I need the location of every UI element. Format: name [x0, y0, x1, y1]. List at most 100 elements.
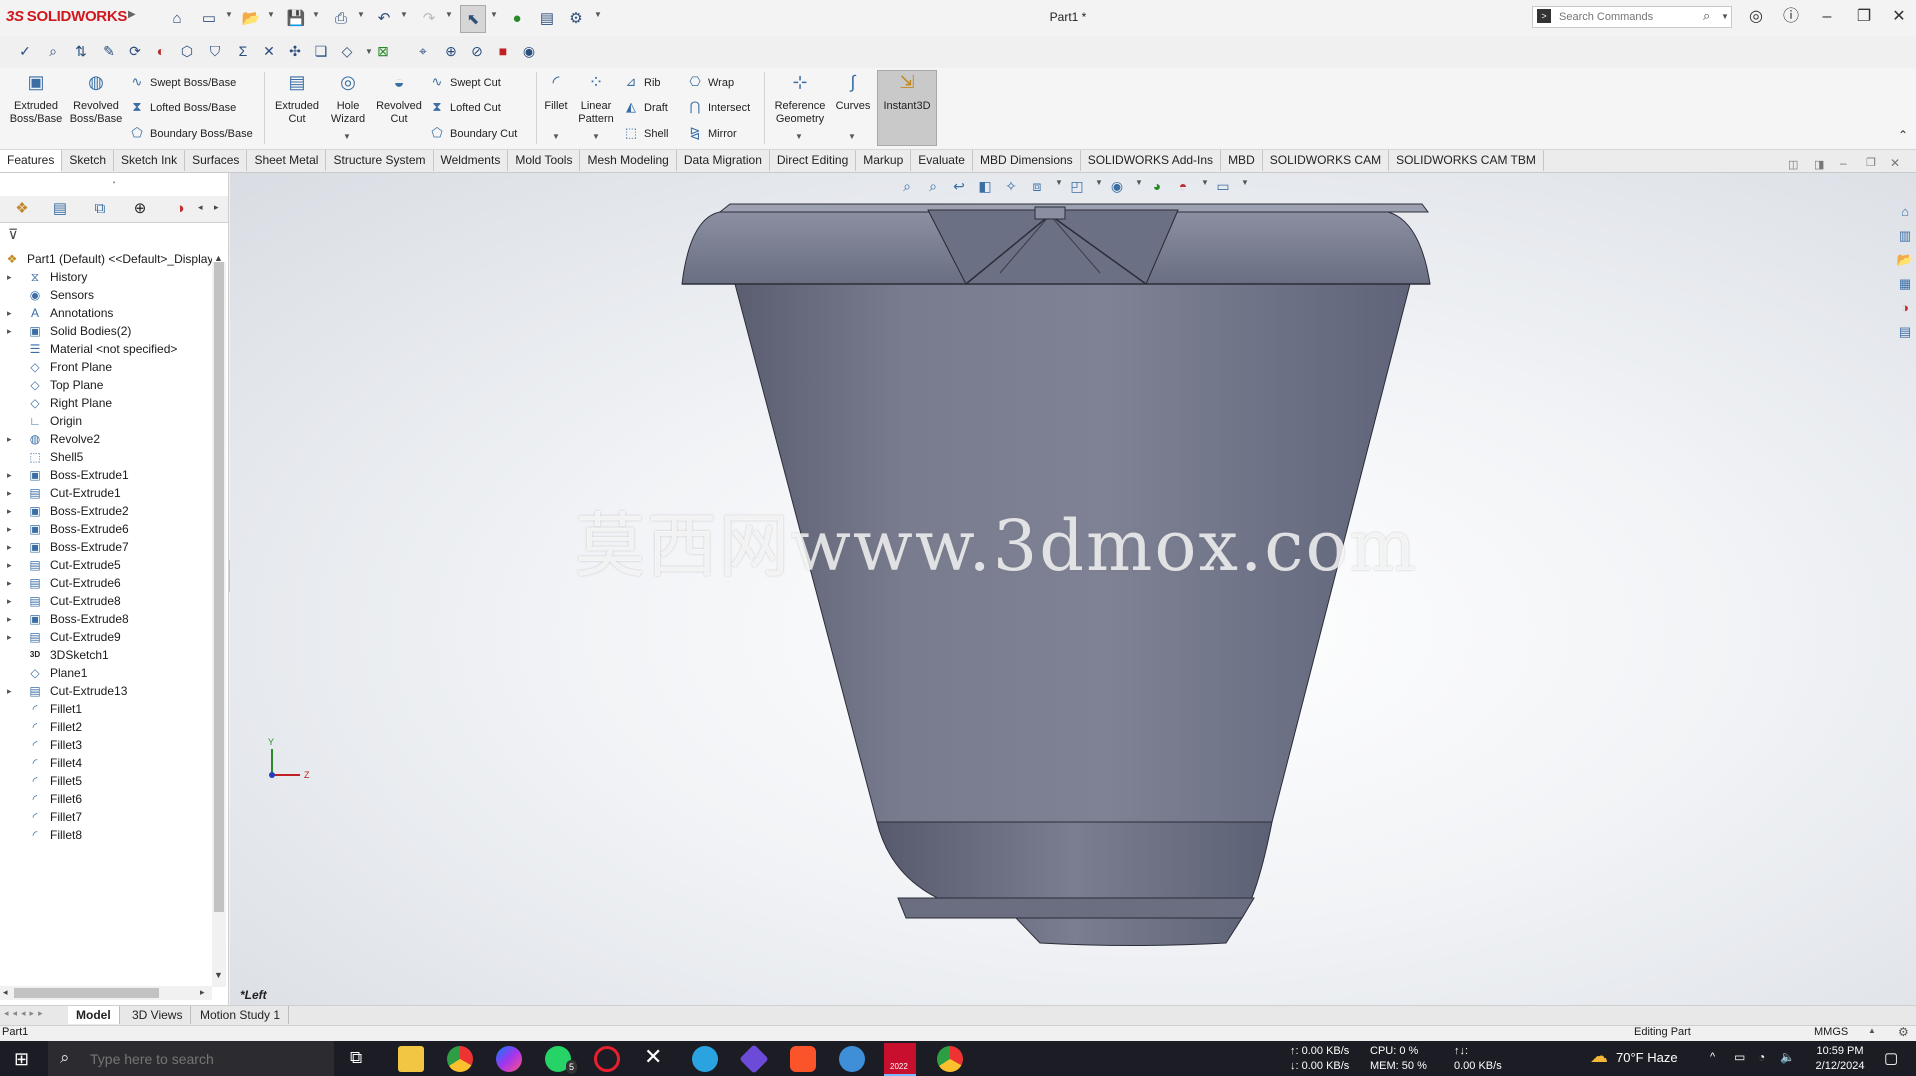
minimize-icon[interactable]: –: [1813, 6, 1841, 28]
tab-nav-arrows-icon[interactable]: ◂◂◂▸▸: [4, 1008, 47, 1019]
analyze-icon[interactable]: ⌖: [412, 40, 434, 62]
traffic-light-icon[interactable]: ●: [506, 7, 528, 29]
dynamic-annotation-icon[interactable]: ✧: [1000, 178, 1022, 196]
sketch-icon[interactable]: ✎: [98, 40, 120, 62]
restore-window-icon[interactable]: ❐: [1850, 6, 1878, 28]
tree-hscroll-thumb[interactable]: [14, 988, 159, 998]
plane-icon[interactable]: ◇: [336, 40, 358, 62]
print-dropdown-icon[interactable]: ▼: [357, 10, 365, 19]
filter-icon[interactable]: ⊽: [8, 226, 18, 243]
previous-view-icon[interactable]: ↩: [948, 178, 970, 196]
tab-mbd[interactable]: MBD: [1221, 150, 1263, 171]
messenger-taskbar-icon[interactable]: [496, 1046, 522, 1072]
boundary-boss-button[interactable]: ⬠ Boundary Boss/Base: [128, 124, 252, 142]
viewport-minimize-icon[interactable]: –: [1840, 156, 1847, 170]
notifications-icon[interactable]: ▢: [1884, 1049, 1898, 1067]
section-view-icon[interactable]: ◧: [974, 178, 996, 196]
tab-mesh-modeling[interactable]: Mesh Modeling: [580, 150, 677, 171]
revolved-cut-button[interactable]: ◒ Revolved Cut: [372, 73, 426, 126]
status-units[interactable]: MMGS: [1814, 1026, 1848, 1038]
curves-button[interactable]: ∫ Curves: [832, 73, 874, 113]
lofted-cut-button[interactable]: ⧗ Lofted Cut: [428, 98, 500, 116]
snap-icon[interactable]: ✣: [284, 40, 306, 62]
tabs-scroll-right-icon[interactable]: ▸: [214, 202, 219, 213]
tab-solidworks-cam-tbm[interactable]: SOLIDWORKS CAM TBM: [1389, 150, 1544, 171]
options-dropdown-icon[interactable]: ▼: [594, 10, 602, 19]
weather-text[interactable]: 70°F Haze: [1616, 1051, 1678, 1065]
tab-mbd-dimensions[interactable]: MBD Dimensions: [973, 150, 1081, 171]
print-icon[interactable]: ⎙: [330, 7, 352, 29]
mirror-button[interactable]: ⧎ Mirror: [686, 124, 737, 142]
tab-features[interactable]: Features: [0, 150, 63, 172]
viewport-close-icon[interactable]: ✕: [1890, 156, 1900, 170]
draft-button[interactable]: ◭ Draft: [622, 98, 668, 116]
tab-markup[interactable]: Markup: [856, 150, 912, 171]
hole-wizard-button[interactable]: ◎ Hole Wizard: [322, 73, 374, 126]
show-hidden-icons-icon[interactable]: ^: [1710, 1051, 1715, 1063]
windows-start-icon[interactable]: ⊞: [14, 1049, 29, 1070]
save-dropdown-icon[interactable]: ▼: [312, 10, 320, 19]
globe-icon[interactable]: ◉: [518, 40, 540, 62]
tab-surfaces[interactable]: Surfaces: [185, 150, 248, 171]
hide-show-items-icon[interactable]: ◉: [1106, 178, 1128, 196]
rotate-icon[interactable]: ⟳: [124, 40, 146, 62]
scroll-left-icon[interactable]: ◂: [3, 987, 8, 998]
sum-icon[interactable]: Σ: [232, 40, 254, 62]
record-icon[interactable]: ■: [492, 40, 514, 62]
select-dropdown-icon[interactable]: ▼: [490, 10, 498, 19]
fillet-button[interactable]: ◜ Fillet: [538, 73, 574, 113]
copy-icon[interactable]: ❏: [310, 40, 332, 62]
viewport-restore-icon[interactable]: ❐: [1866, 156, 1876, 169]
dimxpert-tab-icon[interactable]: ⊕: [124, 198, 156, 220]
undo-icon[interactable]: ↶: [373, 7, 395, 29]
pattern-dropdown-icon[interactable]: ▼: [592, 132, 600, 141]
redo-icon[interactable]: ↷: [418, 7, 440, 29]
fillet-dropdown-icon[interactable]: ▼: [552, 132, 560, 141]
search-icon[interactable]: ⌕: [1703, 8, 1710, 24]
mate-icon[interactable]: ◐: [150, 40, 172, 62]
reference-geometry-button[interactable]: ⊹ Reference Geometry: [768, 73, 832, 126]
close-icon[interactable]: ✕: [1885, 6, 1913, 28]
reference-geometry-dropdown-icon[interactable]: ▼: [795, 132, 803, 141]
file-explorer-taskbar-icon[interactable]: [398, 1046, 424, 1072]
display-style-icon[interactable]: ◰: [1066, 178, 1088, 196]
custom-properties-icon[interactable]: ▤: [1896, 324, 1914, 342]
linear-pattern-button[interactable]: ⁘ Linear Pattern: [572, 73, 620, 126]
brave-taskbar-icon[interactable]: [790, 1046, 816, 1072]
hole-wizard-dropdown-icon[interactable]: ▼: [343, 132, 351, 141]
battery-icon[interactable]: ▭: [1734, 1050, 1745, 1064]
tab-3d-views[interactable]: 3D Views: [124, 1006, 192, 1024]
save-icon[interactable]: 💾: [285, 7, 307, 29]
tab-mold-tools[interactable]: Mold Tools: [508, 150, 581, 171]
curves-dropdown-icon[interactable]: ▼: [848, 132, 856, 141]
xbox-taskbar-icon[interactable]: ✕: [644, 1044, 662, 1070]
tree-scroll-thumb[interactable]: [214, 262, 224, 912]
help-icon[interactable]: ⓘ: [1777, 6, 1805, 28]
apply-scene-icon[interactable]: ◓: [1172, 178, 1194, 196]
open-dropdown-icon[interactable]: ▼: [267, 10, 275, 19]
search-commands-input[interactable]: [1557, 10, 1701, 24]
swept-boss-button[interactable]: ∿ Swept Boss/Base: [128, 73, 237, 91]
box-icon[interactable]: ⬡: [176, 40, 198, 62]
tab-model[interactable]: Model: [68, 1006, 120, 1024]
zoom-to-fit-icon[interactable]: ⌕: [896, 178, 918, 196]
clock-date[interactable]: 2/12/2024: [1810, 1059, 1870, 1073]
extruded-cut-button[interactable]: ▤ Extruded Cut: [268, 73, 326, 126]
task-view-icon[interactable]: ⧉: [350, 1048, 362, 1068]
open-folder-icon[interactable]: 📂: [240, 7, 262, 29]
tab-solidworks-cam[interactable]: SOLIDWORKS CAM: [1263, 150, 1390, 171]
collapse-ribbon-icon[interactable]: ⌃: [1898, 128, 1908, 142]
tab-direct-editing[interactable]: Direct Editing: [770, 150, 857, 171]
weather-icon[interactable]: ☁: [1590, 1046, 1608, 1067]
clock-time[interactable]: 10:59 PM: [1810, 1044, 1870, 1058]
display-manager-tab-icon[interactable]: ◑: [164, 198, 196, 220]
spell-check-icon[interactable]: ✓: [14, 40, 36, 62]
swept-cut-button[interactable]: ∿ Swept Cut: [428, 73, 501, 91]
scroll-down-icon[interactable]: ▼: [214, 970, 223, 980]
opera-taskbar-icon[interactable]: [594, 1046, 620, 1072]
check-icon[interactable]: ⊕: [440, 40, 462, 62]
chrome-taskbar-icon[interactable]: [447, 1046, 473, 1072]
view-settings-dropdown-icon[interactable]: ▼: [1234, 178, 1256, 196]
tab-motion-study[interactable]: Motion Study 1: [192, 1006, 290, 1024]
options-gear-icon[interactable]: ⚙: [565, 7, 587, 29]
